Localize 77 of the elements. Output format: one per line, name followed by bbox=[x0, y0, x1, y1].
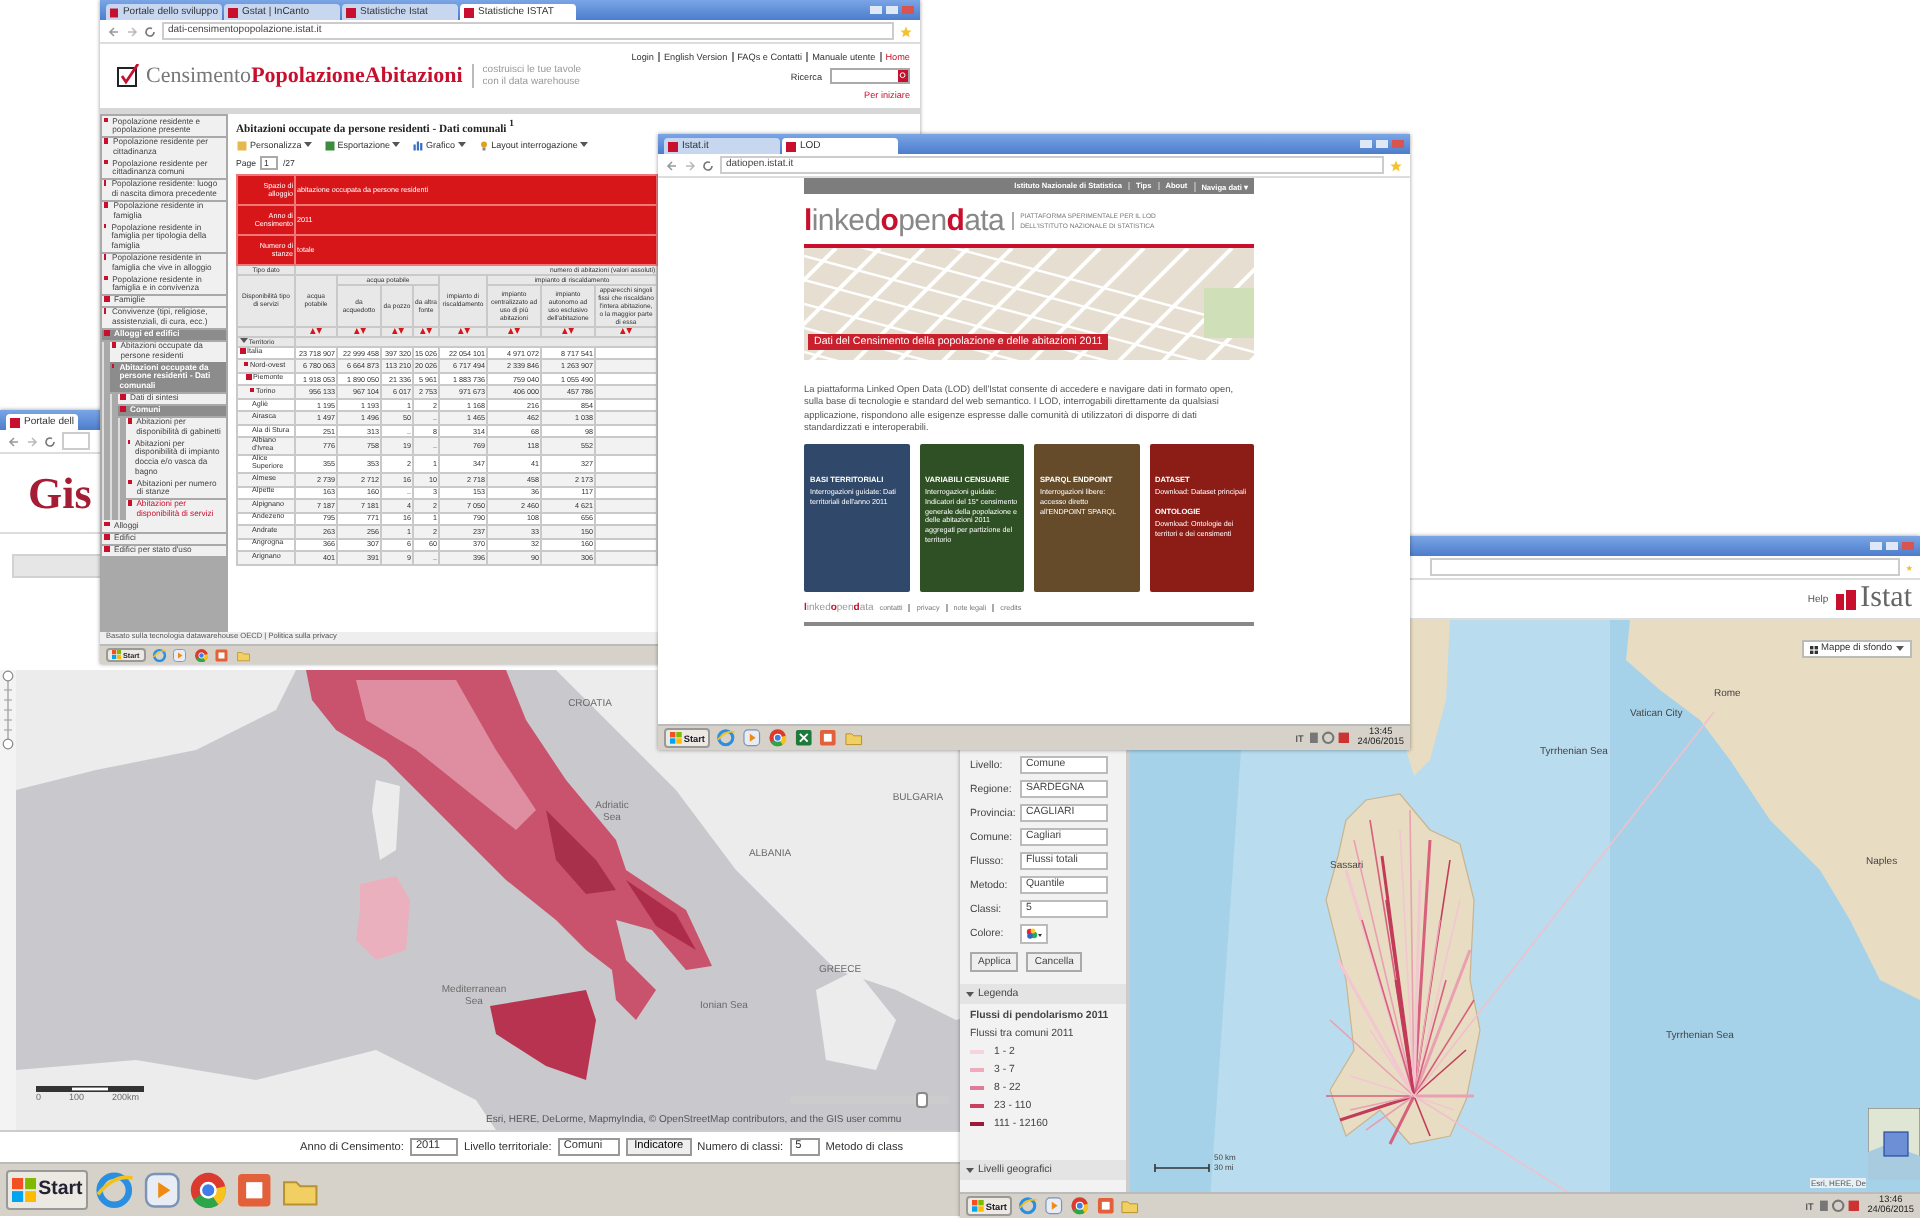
forward-icon[interactable] bbox=[684, 159, 696, 171]
back-icon[interactable] bbox=[8, 435, 20, 447]
search-icon[interactable] bbox=[898, 70, 908, 82]
site-heading: Gis bbox=[28, 467, 92, 519]
site-logo: linkedopendata bbox=[804, 204, 1005, 238]
window-controls-icon bbox=[870, 4, 914, 16]
overview-map-drawing bbox=[1868, 1108, 1920, 1180]
browser-icon[interactable] bbox=[94, 1169, 136, 1211]
browser-icon[interactable] bbox=[716, 728, 737, 748]
browser-logo-icon[interactable] bbox=[187, 1169, 229, 1211]
site-logo: Istat bbox=[1836, 582, 1912, 616]
star-icon[interactable] bbox=[1905, 561, 1912, 573]
checkbox-logo-icon bbox=[116, 63, 140, 89]
slider-thumb[interactable] bbox=[915, 1092, 928, 1108]
grid-icon bbox=[1809, 645, 1818, 653]
bars-icon bbox=[1836, 589, 1857, 609]
windows-flag-icon bbox=[670, 732, 682, 744]
media-player-icon[interactable] bbox=[1044, 1196, 1064, 1216]
caret-icon bbox=[966, 1167, 974, 1173]
color-picker[interactable] bbox=[1020, 923, 1048, 943]
presentation-icon[interactable] bbox=[234, 1169, 275, 1211]
favicon-icon bbox=[668, 141, 678, 151]
caret-icon bbox=[579, 142, 588, 149]
back-icon[interactable] bbox=[108, 25, 120, 37]
browser-logo-icon[interactable] bbox=[767, 728, 788, 748]
favicon-icon bbox=[10, 417, 20, 427]
favicon-icon bbox=[786, 141, 796, 151]
tray-icons-icon[interactable] bbox=[1309, 730, 1352, 746]
forward-icon[interactable] bbox=[126, 25, 138, 37]
toolbar-icon bbox=[236, 139, 248, 152]
favicon-icon bbox=[110, 7, 119, 17]
reload-icon[interactable] bbox=[702, 159, 714, 171]
window-controls-icon bbox=[1870, 540, 1914, 552]
favicon-icon bbox=[346, 7, 356, 17]
folder-icon[interactable] bbox=[1120, 1196, 1141, 1216]
caret-icon bbox=[1896, 646, 1904, 652]
browser-logo-icon[interactable] bbox=[193, 647, 209, 663]
spreadsheet-icon[interactable] bbox=[793, 728, 813, 748]
address-field[interactable] bbox=[1429, 558, 1900, 576]
toolbar-icon bbox=[412, 139, 425, 152]
toolbar-icon bbox=[477, 139, 490, 152]
media-player-icon[interactable] bbox=[141, 1169, 182, 1211]
zoom-scale-icon[interactable] bbox=[0, 670, 16, 750]
star-icon[interactable] bbox=[900, 25, 912, 37]
browser-logo-icon[interactable] bbox=[1069, 1196, 1090, 1216]
windows-flag-icon bbox=[112, 650, 121, 660]
scale-bar-icon bbox=[36, 1086, 144, 1092]
palette-icon bbox=[1026, 927, 1042, 939]
browser-icon[interactable] bbox=[151, 647, 167, 663]
start-button[interactable]: Start bbox=[6, 1169, 89, 1211]
back-icon[interactable] bbox=[666, 159, 678, 171]
caret-icon bbox=[457, 142, 466, 149]
windows-flag-icon bbox=[972, 1200, 984, 1212]
star-icon[interactable] bbox=[1390, 159, 1402, 171]
site-logo: CensimentoPopolazioneAbitazioni bbox=[146, 64, 463, 88]
favicon-icon bbox=[464, 7, 474, 17]
media-player-icon[interactable] bbox=[172, 647, 188, 663]
caret-icon bbox=[966, 991, 974, 997]
toolbar-icon bbox=[323, 139, 336, 152]
windows-flag-icon bbox=[12, 1177, 37, 1203]
caret-icon bbox=[392, 142, 401, 149]
favicon-icon bbox=[228, 7, 238, 17]
search-field[interactable] bbox=[830, 68, 910, 84]
presentation-icon[interactable] bbox=[818, 728, 839, 748]
reload-icon[interactable] bbox=[44, 435, 56, 447]
reload-icon[interactable] bbox=[144, 25, 156, 37]
tray-icons-icon[interactable] bbox=[1819, 1198, 1862, 1214]
address-field[interactable] bbox=[62, 432, 90, 450]
caret-icon bbox=[303, 142, 312, 149]
window-controls-icon bbox=[1360, 138, 1404, 150]
presentation-icon[interactable] bbox=[214, 647, 230, 663]
forward-icon[interactable] bbox=[26, 435, 38, 447]
folder-icon[interactable] bbox=[844, 728, 864, 748]
media-player-icon[interactable] bbox=[742, 728, 762, 748]
browser-icon[interactable] bbox=[1018, 1196, 1039, 1216]
scale-bar-icon bbox=[1154, 1164, 1210, 1172]
presentation-icon[interactable] bbox=[1095, 1196, 1115, 1216]
